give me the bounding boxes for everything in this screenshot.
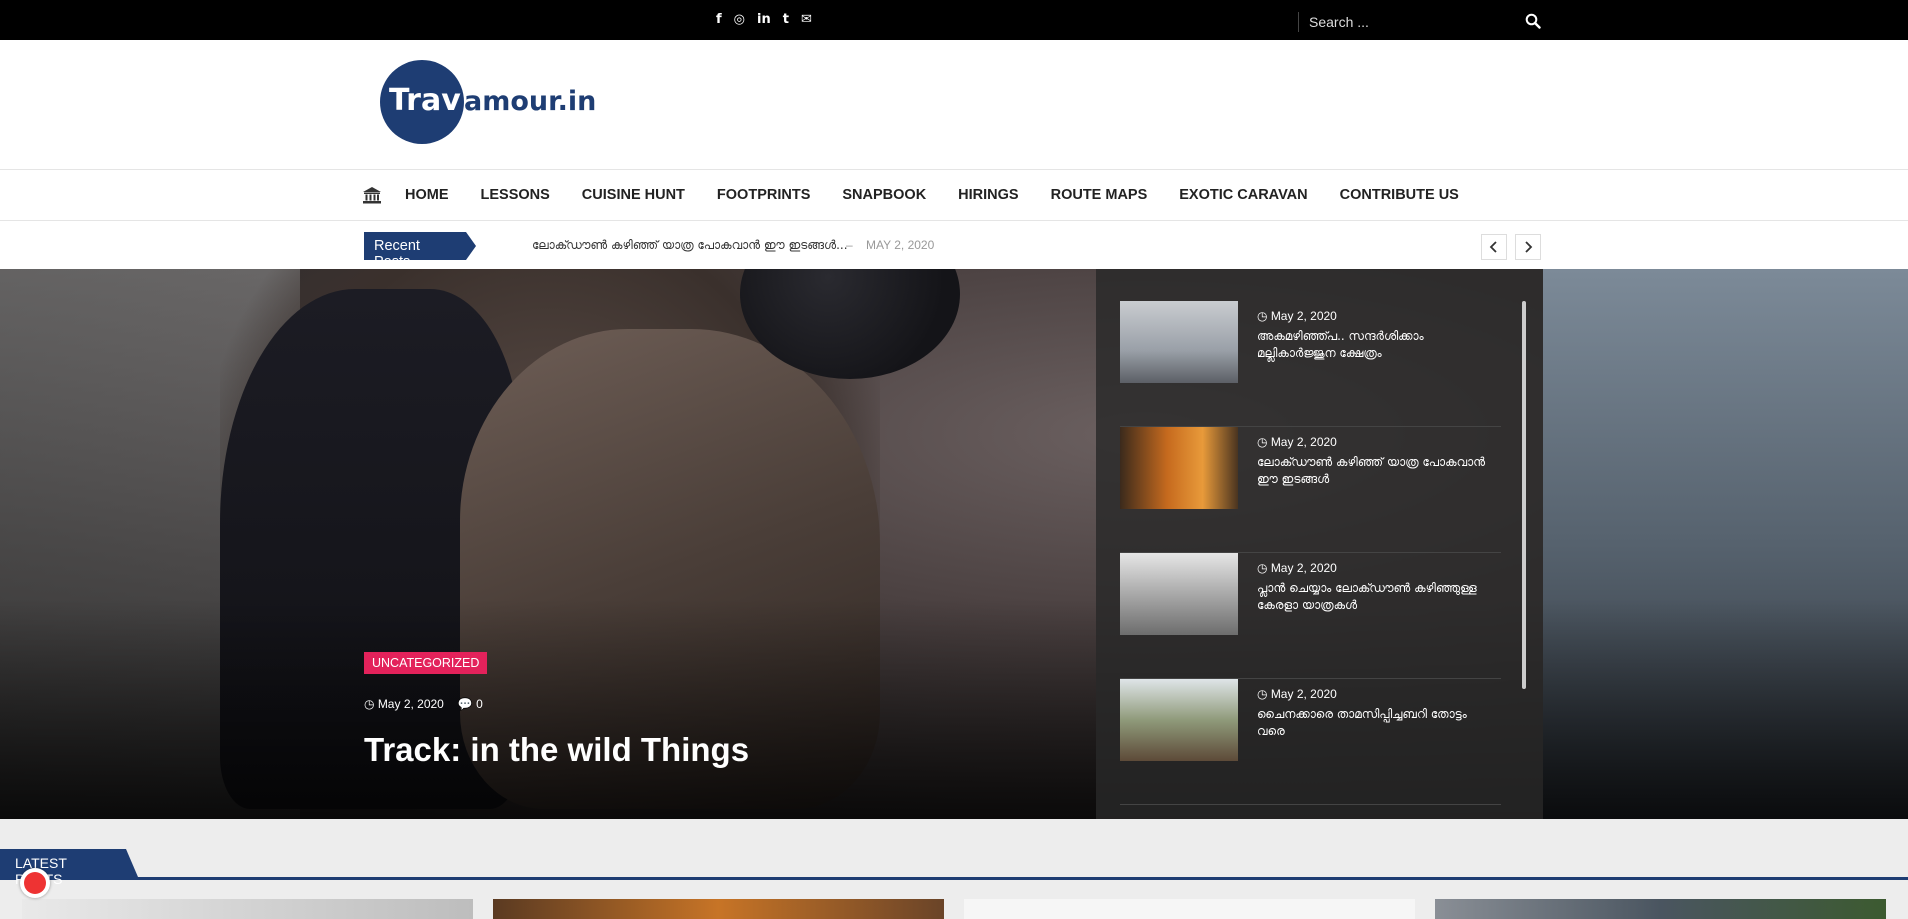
clock-icon: ◷: [1257, 435, 1271, 449]
hero-date: ◷ May 2, 2020: [364, 697, 444, 711]
bell-icon: [24, 872, 46, 894]
top-bar: f ◎ in t ✉: [0, 0, 1908, 40]
tumblr-icon[interactable]: t: [783, 12, 789, 28]
side-post-date-text: May 2, 2020: [1270, 435, 1337, 449]
logo-text-part1: Trav: [389, 83, 461, 118]
latest-post-card[interactable]: [493, 899, 944, 919]
nav-item-hirings[interactable]: HIRINGS: [958, 187, 1018, 203]
site-header: Trav amour.in: [0, 40, 1908, 170]
side-post-date: ◷ May 2, 2020: [1257, 309, 1337, 323]
side-post-item[interactable]: ◷ May 2, 2020 ലോക്ഡൗൺ കഴിഞ്ഞ് യാത്ര പോകവ…: [1120, 427, 1501, 553]
side-post-date-text: May 2, 2020: [1270, 687, 1337, 701]
clock-icon: ◷: [1257, 561, 1271, 575]
nav-item-snapbook[interactable]: SNAPBOOK: [842, 187, 926, 203]
chevron-left-icon: [1489, 241, 1497, 253]
ticker-next-button[interactable]: [1515, 234, 1541, 260]
site-logo[interactable]: Trav amour.in: [378, 60, 608, 145]
ticker-post-date: MAY 2, 2020: [866, 238, 935, 252]
nav-item-footprints[interactable]: FOOTPRINTS: [717, 187, 810, 203]
ticker-prev-button[interactable]: [1481, 234, 1507, 260]
clock-icon: ◷: [1257, 687, 1271, 701]
side-post-title[interactable]: പ്ലാൻ ചെയ്യാം ലോക്ഡൗൺ കഴിഞ്ഞുള്ള കേരളാ യ…: [1257, 580, 1497, 614]
hero-comment-count: 0: [476, 697, 483, 711]
linkedin-icon[interactable]: in: [757, 12, 771, 28]
latest-posts-divider: [0, 877, 1908, 880]
nav-item-cuisine-hunt[interactable]: CUISINE HUNT: [582, 187, 685, 203]
hero-meta: ◷ May 2, 2020 💬 0: [364, 697, 483, 711]
side-post-item[interactable]: ◷ May 2, 2020 അകമഴിഞ്ഞ്പ.. സന്ദർശിക്കാം …: [1120, 301, 1501, 427]
side-post-title[interactable]: ലോക്ഡൗൺ കഴിഞ്ഞ് യാത്ര പോകവാൻ ഈ ഇടങ്ങൾ: [1257, 454, 1497, 488]
ticker-separator: –: [846, 238, 853, 252]
nav-item-lessons[interactable]: LESSONS: [481, 187, 550, 203]
side-post-item[interactable]: ◷ May 2, 2020 പ്ലാൻ ചെയ്യാം ലോക്ഡൗൺ കഴിഞ…: [1120, 553, 1501, 679]
social-links: f ◎ in t ✉: [716, 12, 812, 28]
side-post-thumbnail: [1120, 679, 1238, 761]
hero-gradient: [0, 599, 1908, 819]
chevron-right-icon: [1525, 241, 1533, 253]
latest-post-card[interactable]: [1435, 899, 1886, 919]
side-post-date-text: May 2, 2020: [1270, 309, 1337, 323]
side-post-date: ◷ May 2, 2020: [1257, 687, 1337, 701]
nav-item-home[interactable]: HOME: [405, 187, 449, 203]
nav-item-exotic-caravan[interactable]: EXOTIC CARAVAN: [1179, 187, 1307, 203]
hero-comments[interactable]: 💬 0: [458, 697, 483, 711]
side-post-title[interactable]: അകമഴിഞ്ഞ്പ.. സന്ദർശിക്കാം മല്ലികാർജ്ജുന …: [1257, 328, 1497, 362]
comment-icon: 💬: [457, 697, 477, 711]
clock-icon: ◷: [364, 697, 378, 711]
nav-item-contribute-us[interactable]: CONTRIBUTE US: [1340, 187, 1459, 203]
side-post-title[interactable]: ചൈനക്കാരെ താമസിപ്പിച്ചബറി തോട്ടം വരെ: [1257, 706, 1497, 740]
main-nav: HOME LESSONS CUISINE HUNT FOOTPRINTS SNA…: [0, 171, 1908, 221]
facebook-icon[interactable]: f: [716, 12, 722, 28]
side-post-thumbnail: [1120, 301, 1238, 383]
logo-text-part2: amour.in: [464, 86, 597, 117]
recent-posts-label: Recent Posts: [364, 232, 476, 270]
email-icon[interactable]: ✉: [801, 12, 812, 28]
search-icon[interactable]: [1525, 13, 1543, 31]
home-icon[interactable]: [363, 187, 381, 204]
search-box: [1298, 12, 1548, 32]
notification-bell-button[interactable]: [20, 868, 50, 898]
recent-posts-ticker: Recent Posts ലോക്ഡൗൺ കഴിഞ്ഞ് യാത്ര പോകവാ…: [0, 222, 1908, 270]
side-post-date: ◷ May 2, 2020: [1257, 561, 1337, 575]
hero-title[interactable]: Track: in the wild Things: [364, 731, 749, 769]
side-post-thumbnail: [1120, 427, 1238, 509]
latest-post-card[interactable]: [964, 899, 1415, 919]
hero-date-text: May 2, 2020: [377, 697, 444, 711]
latest-post-card[interactable]: [22, 899, 473, 919]
nav-item-route-maps[interactable]: ROUTE MAPS: [1051, 187, 1148, 203]
side-post-date-text: May 2, 2020: [1270, 561, 1337, 575]
side-panel-scrollbar[interactable]: [1522, 301, 1526, 689]
latest-posts-label: LATEST POSTS: [0, 849, 138, 887]
clock-icon: ◷: [1257, 309, 1271, 323]
side-post-thumbnail: [1120, 553, 1238, 635]
category-badge[interactable]: UNCATEGORIZED: [364, 652, 488, 674]
side-post-date: ◷ May 2, 2020: [1257, 435, 1337, 449]
search-input[interactable]: [1309, 12, 1509, 32]
side-post-item[interactable]: ◷ May 2, 2020 ചൈനക്കാരെ താമസിപ്പിച്ചബറി …: [1120, 679, 1501, 805]
side-posts-panel: ◷ May 2, 2020 അകമഴിഞ്ഞ്പ.. സന്ദർശിക്കാം …: [1096, 269, 1543, 819]
instagram-icon[interactable]: ◎: [734, 12, 745, 28]
nav-menu: HOME LESSONS CUISINE HUNT FOOTPRINTS SNA…: [405, 187, 1459, 203]
ticker-post-title[interactable]: ലോക്ഡൗൺ കഴിഞ്ഞ് യാത്ര പോകവാൻ ഈ ഇടങ്ങൾ...: [532, 238, 848, 253]
featured-hero[interactable]: UNCATEGORIZED ◷ May 2, 2020 💬 0 Track: i…: [0, 269, 1908, 819]
